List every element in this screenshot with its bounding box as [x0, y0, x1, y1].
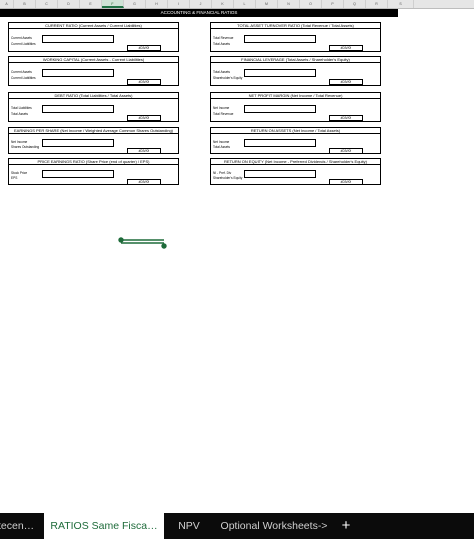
input-cell[interactable] [42, 69, 114, 77]
result-cell[interactable]: #DIV/0! [329, 79, 363, 85]
column-header-s[interactable]: S [388, 0, 414, 8]
sheet-tab-npv[interactable]: NPV [164, 513, 214, 539]
result-cell[interactable]: #DIV/0! [329, 45, 363, 51]
roe-panel: RETURN ON EQUITY (Net Income - Preferred… [210, 158, 381, 185]
result-cell[interactable]: #DIV/0! [329, 179, 363, 185]
column-header-row: ABCDEFGHIJKLMNOPQRS [0, 0, 474, 9]
column-header-b[interactable]: B [14, 0, 36, 8]
column-header-c[interactable]: C [36, 0, 58, 8]
input-cell[interactable] [244, 139, 316, 147]
pe-ratio-panel: PRICE EARNINGS RATIO (Share Price (end o… [8, 158, 179, 185]
net-profit-margin-panel: NET PROFIT MARGIN (Net Income / Total Re… [210, 92, 381, 122]
column-header-r[interactable]: R [366, 0, 388, 8]
asset-turnover-panel: TOTAL ASSET TURNOVER RATIO (Total Revenu… [210, 22, 381, 52]
column-header-g[interactable]: G [124, 0, 146, 8]
column-header-m[interactable]: M [256, 0, 278, 8]
input-label: Stock Price [11, 171, 28, 175]
input-label: Current Assets [11, 36, 32, 40]
input-label: Total Revenue [213, 112, 234, 116]
input-label: Total Assets [213, 145, 231, 149]
selected-connector-shape[interactable] [118, 236, 168, 250]
shape-handle-start[interactable] [118, 237, 124, 243]
input-label: Total Assets [213, 70, 231, 74]
input-label: Net Income [11, 140, 28, 144]
input-label: Current Liabilities [11, 76, 36, 80]
input-label: Shares Outstanding [11, 145, 40, 149]
eps-panel: EARNINGS PER SHARE (Net Income / Weighte… [8, 127, 179, 154]
column-header-h[interactable]: H [146, 0, 168, 8]
sheet-tab-bar: tecen… RATIOS Same Fisca… NPV Optional W… [0, 513, 474, 539]
input-label: Total Assets [11, 112, 29, 116]
roa-panel: RETURN ON ASSETS (Net Income / Total Ass… [210, 127, 381, 154]
input-label: Total Revenue [213, 36, 234, 40]
column-header-a[interactable]: A [0, 0, 14, 8]
column-header-n[interactable]: N [278, 0, 300, 8]
result-cell[interactable]: #DIV/0! [127, 115, 161, 121]
column-header-f[interactable]: F [102, 0, 124, 8]
sheet-tab-optional[interactable]: Optional Worksheets-> [214, 513, 334, 539]
input-label: Net Income [213, 106, 230, 110]
result-cell[interactable]: #DIV/0! [329, 148, 363, 154]
column-header-p[interactable]: P [322, 0, 344, 8]
financial-leverage-panel: FINANCIAL LEVERAGE (Total Assets / Share… [210, 56, 381, 86]
input-label: Current Assets [11, 70, 32, 74]
column-header-o[interactable]: O [300, 0, 322, 8]
current-ratio-panel: CURRENT RATIO (Current Assets / Current … [8, 22, 179, 52]
column-header-k[interactable]: K [212, 0, 234, 8]
sheet-tab-partial[interactable]: tecen… [0, 513, 44, 539]
input-cell[interactable] [244, 35, 316, 43]
input-label: Shareholder's Equity [213, 176, 243, 180]
input-label: Net Income [213, 140, 230, 144]
sheet-title-banner: ACCOUNTING & FINANCIAL RATIOS [0, 9, 398, 17]
input-cell[interactable] [244, 69, 316, 77]
result-cell[interactable]: #DIV/0! [127, 179, 161, 185]
input-cell[interactable] [42, 139, 114, 147]
result-cell[interactable]: #DIV/0! [127, 148, 161, 154]
column-header-j[interactable]: J [190, 0, 212, 8]
input-label: Total Liabilities [11, 106, 32, 110]
input-cell[interactable] [42, 170, 114, 178]
add-sheet-icon[interactable]: + [334, 513, 358, 539]
input-label: Current Liabilities [11, 42, 36, 46]
input-label: Shareholder's Equity [213, 76, 243, 80]
input-label: EPS [11, 176, 18, 180]
column-header-e[interactable]: E [80, 0, 102, 8]
input-label: Total Assets [213, 42, 231, 46]
sheet-tab-ratios[interactable]: RATIOS Same Fisca… [44, 513, 164, 539]
column-header-l[interactable]: L [234, 0, 256, 8]
column-header-d[interactable]: D [58, 0, 80, 8]
debt-ratio-panel: DEBT RATIO (Total Liabilities / Total As… [8, 92, 179, 122]
input-label: NI - Pref. Div [213, 171, 232, 175]
result-cell[interactable]: #DIV/0! [127, 79, 161, 85]
input-cell[interactable] [42, 35, 114, 43]
input-cell[interactable] [244, 105, 316, 113]
result-cell[interactable]: #DIV/0! [329, 115, 363, 121]
column-header-q[interactable]: Q [344, 0, 366, 8]
input-cell[interactable] [244, 170, 316, 178]
column-header-i[interactable]: I [168, 0, 190, 8]
result-cell[interactable]: #DIV/0! [127, 45, 161, 51]
working-capital-panel: WORKING CAPITAL (Current Assets - Curren… [8, 56, 179, 86]
input-cell[interactable] [42, 105, 114, 113]
shape-handle-end[interactable] [161, 243, 167, 249]
